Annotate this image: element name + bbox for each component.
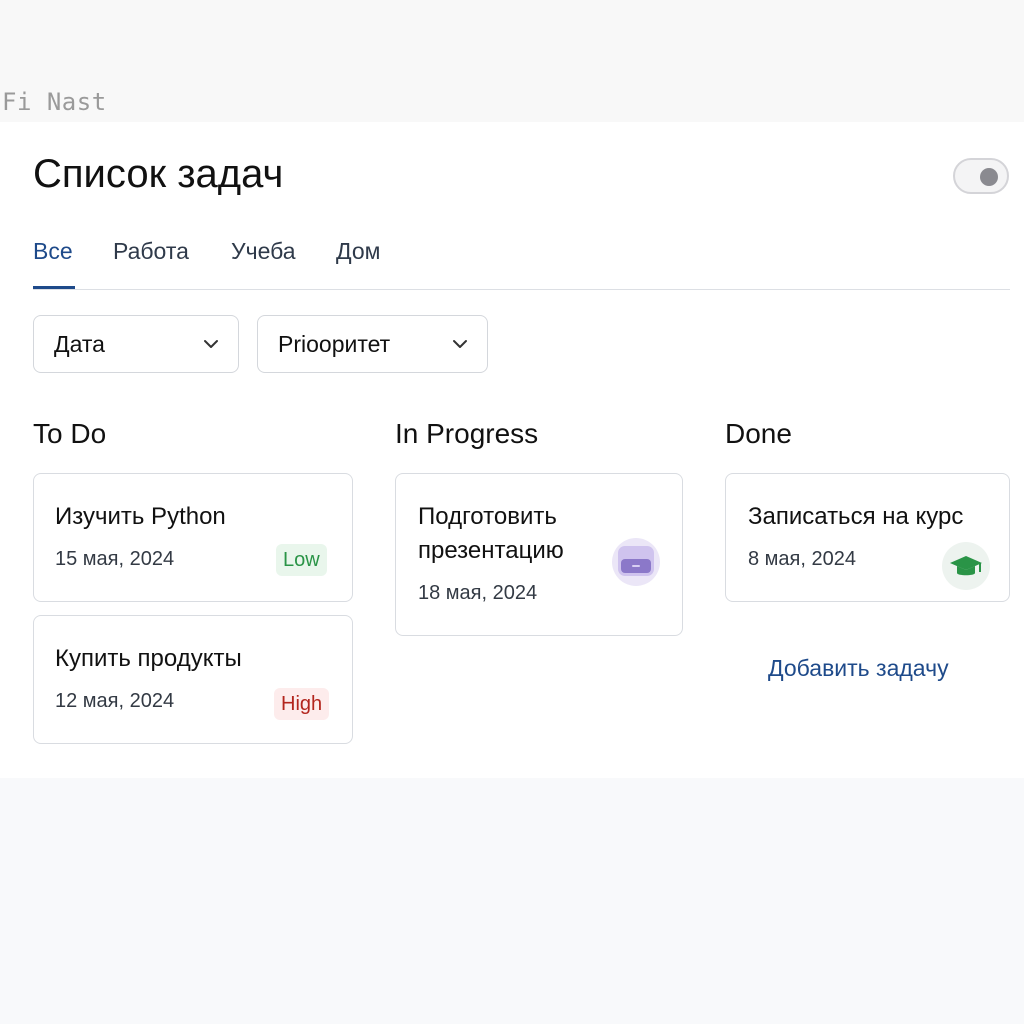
task-card[interactable]: Изучить Python 15 мая, 2024 Low xyxy=(33,473,353,602)
priority-badge-low: Low xyxy=(276,544,327,576)
graduation-cap-icon xyxy=(942,542,990,590)
column-title-done: Done xyxy=(725,418,792,449)
tab-all[interactable]: Все xyxy=(33,238,73,265)
tab-work[interactable]: Работа xyxy=(113,238,189,265)
top-strip-text: Fi Nast xyxy=(2,88,107,116)
task-date: 8 мая, 2024 xyxy=(748,548,856,570)
toggle-knob xyxy=(980,168,998,186)
task-title: Подготовить презентацию xyxy=(418,503,564,564)
presentation-icon xyxy=(612,538,660,586)
column-title-todo: To Do xyxy=(33,418,107,449)
add-task-link[interactable]: Добавить задачу xyxy=(768,655,949,682)
priority-badge-high: High xyxy=(274,688,330,720)
column-title-in-progress: In Progress xyxy=(395,418,539,449)
task-title: Купить продукты xyxy=(55,645,242,672)
top-strip: Fi Nast xyxy=(0,0,1024,122)
tab-home[interactable]: Дом xyxy=(336,238,380,265)
tab-study[interactable]: Учеба xyxy=(231,238,296,265)
task-card[interactable]: Подготовить презентацию 18 мая, 2024 xyxy=(395,473,683,636)
task-date: 15 мая, 2024 xyxy=(55,548,175,570)
task-title: Изучить Python xyxy=(55,503,226,530)
task-date: 18 мая, 2024 xyxy=(418,582,538,604)
theme-toggle[interactable] xyxy=(953,158,1009,194)
task-card[interactable]: Купить продукты 12 мая, 2024 High xyxy=(33,615,353,744)
page-title: Список задач xyxy=(33,152,284,196)
task-title: Записаться на курс xyxy=(748,503,964,530)
priority-filter-label: Prioоритет xyxy=(278,331,391,357)
date-filter-dropdown[interactable]: Дата xyxy=(33,315,239,373)
date-filter-label: Дата xyxy=(54,331,105,357)
chevron-down-icon xyxy=(204,340,218,348)
task-date: 12 мая, 2024 xyxy=(55,690,175,712)
priority-filter-dropdown[interactable]: Prioоритет xyxy=(257,315,488,373)
chevron-down-icon xyxy=(453,340,467,348)
task-card[interactable]: Записаться на курс 8 мая, 2024 xyxy=(725,473,1010,602)
category-tabs: Все Работа Учеба Дом xyxy=(33,234,1010,290)
active-tab-indicator xyxy=(33,286,75,289)
